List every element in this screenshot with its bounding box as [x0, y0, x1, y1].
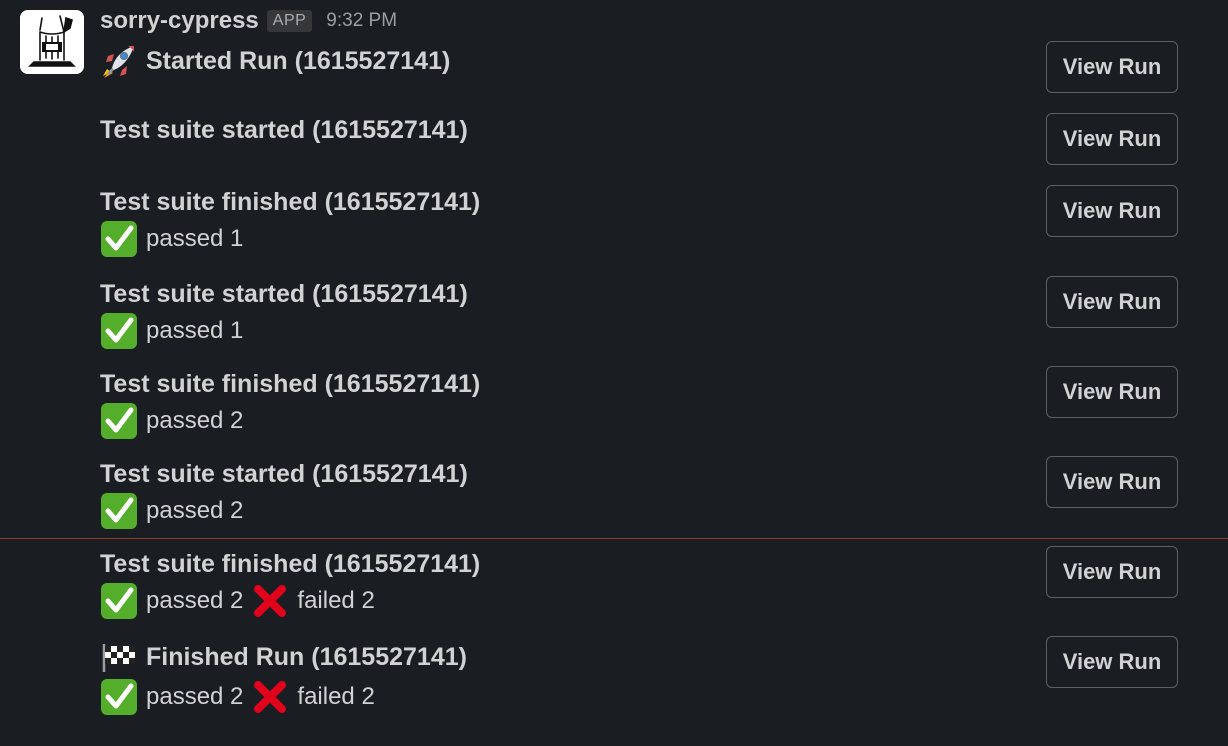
view-run-button[interactable]: View Run	[1046, 456, 1178, 508]
rocket-icon	[100, 42, 138, 80]
app-name[interactable]: sorry-cypress	[100, 7, 259, 35]
passed-count: passed 2	[146, 497, 244, 524]
message-title: Test suite finished (1615527141)	[100, 550, 481, 578]
message-title: Test suite started (1615527141)	[100, 280, 468, 308]
message-title: Finished Run (1615527141)	[146, 643, 467, 671]
passed-count: passed 1	[146, 317, 244, 344]
check-mark-button-icon	[100, 582, 138, 620]
check-mark-button-icon	[100, 402, 138, 440]
message-item: Test suite started (1615527141)	[100, 114, 468, 146]
view-run-button[interactable]: View Run	[1046, 41, 1178, 93]
cross-mark-icon	[251, 582, 289, 620]
check-mark-button-icon	[100, 220, 138, 258]
app-badge: APP	[266, 10, 313, 32]
message-header: sorry-cypress APP 9:32 PM	[100, 6, 397, 36]
app-avatar[interactable]	[20, 10, 84, 74]
passed-count: passed 2	[146, 683, 244, 710]
cross-mark-icon	[251, 678, 289, 716]
view-run-button[interactable]: View Run	[1046, 276, 1178, 328]
message-title: Test suite finished (1615527141)	[100, 188, 481, 216]
message-item: Test suite started (1615527141) passed 2	[100, 458, 468, 530]
message-title: Test suite started (1615527141)	[100, 116, 468, 144]
message-item: Test suite finished (1615527141) passed …	[100, 548, 480, 620]
check-mark-button-icon	[100, 312, 138, 350]
message-item: Test suite finished (1615527141) passed …	[100, 368, 480, 440]
message-item: Test suite started (1615527141) passed 1	[100, 278, 468, 350]
message-item: Test suite finished (1615527141) passed …	[100, 186, 480, 258]
view-run-button[interactable]: View Run	[1046, 113, 1178, 165]
check-mark-button-icon	[100, 492, 138, 530]
tree-stump-logo-icon	[20, 10, 84, 74]
view-run-button[interactable]: View Run	[1046, 366, 1178, 418]
message-title: Test suite finished (1615527141)	[100, 370, 481, 398]
message-title: Test suite started (1615527141)	[100, 460, 468, 488]
message-title: Started Run (1615527141)	[146, 47, 451, 75]
view-run-button[interactable]: View Run	[1046, 185, 1178, 237]
passed-count: passed 2	[146, 407, 244, 434]
message-item: Started Run (1615527141)	[100, 42, 450, 80]
failed-count: failed 2	[297, 683, 375, 710]
new-messages-divider	[0, 538, 1228, 539]
check-mark-button-icon	[100, 678, 138, 716]
passed-count: passed 1	[146, 225, 244, 252]
passed-count: passed 2	[146, 587, 244, 614]
checkered-flag-icon	[100, 638, 138, 676]
message-item: Finished Run (1615527141) passed 2 faile…	[100, 638, 467, 716]
failed-count: failed 2	[297, 587, 375, 614]
view-run-button[interactable]: View Run	[1046, 636, 1178, 688]
view-run-button[interactable]: View Run	[1046, 546, 1178, 598]
timestamp[interactable]: 9:32 PM	[326, 10, 397, 32]
